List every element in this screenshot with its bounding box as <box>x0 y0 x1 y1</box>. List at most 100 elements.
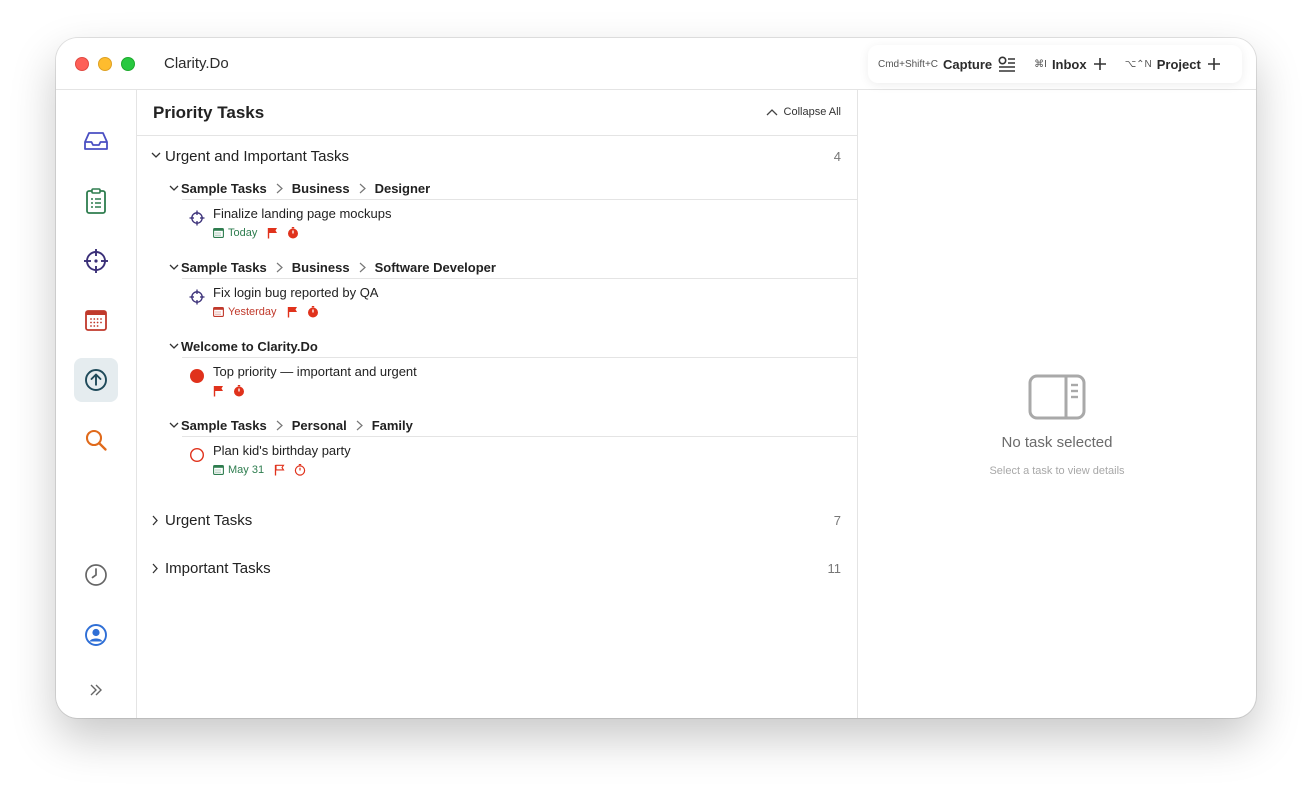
priority-tasks-panel: Priority Tasks Collapse All Urgent and I… <box>137 90 858 718</box>
project-label: Project <box>1156 56 1201 72</box>
chevron-right-icon <box>276 183 283 194</box>
divider <box>182 199 857 200</box>
crosshair-icon[interactable] <box>189 289 205 305</box>
calendar-icon <box>213 228 224 238</box>
divider <box>182 436 857 437</box>
sidebar-item-history[interactable] <box>74 553 118 597</box>
sidebar-item-account[interactable] <box>74 613 118 657</box>
breadcrumb-item[interactable]: Sample Tasks <box>181 418 267 433</box>
panel-header: Priority Tasks Collapse All <box>137 90 857 136</box>
sidebar-item-focus[interactable] <box>74 239 118 283</box>
plus-icon <box>1093 57 1107 71</box>
empty-state-title: No task selected <box>1001 434 1113 451</box>
plus-icon <box>1207 57 1221 71</box>
task-meta <box>213 384 254 398</box>
breadcrumb: Welcome to Clarity.Do <box>181 339 318 354</box>
group-title: Urgent Tasks <box>165 512 253 529</box>
chevron-right-icon <box>276 262 283 273</box>
section-header-software-developer[interactable]: Sample Tasks Business Software Developer <box>167 257 857 279</box>
breadcrumb-item[interactable]: Sample Tasks <box>181 260 267 275</box>
chevron-up-icon <box>766 109 777 116</box>
task-row[interactable]: Top priority — important and urgent <box>187 364 857 408</box>
group-count: 7 <box>833 513 841 528</box>
section-header-welcome[interactable]: Welcome to Clarity.Do <box>167 336 857 358</box>
new-inbox-task-button[interactable]: ⌘I Inbox <box>1034 57 1106 72</box>
task-row[interactable]: Fix login bug reported by QA Yesterday <box>187 285 857 329</box>
breadcrumb-item[interactable]: Personal <box>292 418 347 433</box>
flag-icon <box>213 385 224 397</box>
breadcrumb-item[interactable]: Business <box>292 260 350 275</box>
due-date-label: Yesterday <box>228 306 277 318</box>
due-date: May 31 <box>213 464 264 476</box>
timer-icon <box>233 385 245 397</box>
clipboard-list-icon <box>86 188 106 214</box>
page-title: Priority Tasks <box>153 103 265 122</box>
search-icon <box>85 429 107 451</box>
breadcrumb-item[interactable]: Business <box>292 181 350 196</box>
zoom-window-button[interactable] <box>121 57 135 71</box>
section-header-designer[interactable]: Sample Tasks Business Designer <box>167 178 857 200</box>
breadcrumb-item[interactable]: Sample Tasks <box>181 181 267 196</box>
chevron-down-icon <box>169 264 179 270</box>
timer-icon <box>307 306 319 318</box>
flag-icon <box>267 227 278 239</box>
due-date: Yesterday <box>213 306 277 318</box>
breadcrumb-item[interactable]: Designer <box>375 181 431 196</box>
open-circle-checkbox-icon[interactable] <box>189 447 205 463</box>
inbox-tray-icon <box>84 132 108 150</box>
group-header-important[interactable]: Important Tasks 11 <box>137 557 857 581</box>
task-meta: Yesterday <box>213 305 328 319</box>
task-meta: Today <box>213 226 308 240</box>
sidebar-item-inbox[interactable] <box>74 119 118 163</box>
chevron-right-icon <box>152 563 158 574</box>
crosshair-icon <box>84 249 108 273</box>
chevron-down-icon <box>169 185 179 191</box>
empty-state-subtitle: Select a task to view details <box>989 465 1125 477</box>
chevron-right-icon <box>356 420 363 431</box>
task-title: Fix login bug reported by QA <box>213 285 379 300</box>
sidebar-expand-button[interactable] <box>74 668 118 712</box>
chevron-right-icon <box>152 515 158 526</box>
divider <box>182 357 857 358</box>
group-header-urgent[interactable]: Urgent Tasks 7 <box>137 509 857 533</box>
section-header-family[interactable]: Sample Tasks Personal Family <box>167 415 857 437</box>
capture-label: Capture <box>943 56 993 72</box>
chevron-down-icon <box>169 343 179 349</box>
close-window-button[interactable] <box>75 57 89 71</box>
breadcrumb: Sample Tasks Business Software Developer <box>181 260 496 275</box>
minimize-window-button[interactable] <box>98 57 112 71</box>
capture-shortcut: Cmd+Shift+C <box>878 58 939 70</box>
collapse-all-label: Collapse All <box>783 106 841 118</box>
chevron-right-icon <box>359 262 366 273</box>
breadcrumb: Sample Tasks Business Designer <box>181 181 430 196</box>
capture-button[interactable]: Cmd+Shift+C Capture <box>878 56 1016 72</box>
sidebar-item-search[interactable] <box>74 418 118 462</box>
priority-dot-icon[interactable] <box>189 368 205 384</box>
breadcrumb-item[interactable]: Welcome to Clarity.Do <box>181 339 318 354</box>
sidebar-item-tasks[interactable] <box>74 179 118 223</box>
chevron-right-icon <box>276 420 283 431</box>
crosshair-icon[interactable] <box>189 210 205 226</box>
task-meta: May 31 <box>213 463 315 477</box>
breadcrumb-item[interactable]: Software Developer <box>375 260 496 275</box>
flag-icon <box>287 306 298 318</box>
new-project-button[interactable]: ⌥⌃N Project <box>1125 57 1221 72</box>
sidebar-panel-icon <box>1028 374 1086 420</box>
sidebar-item-priority[interactable] <box>74 358 118 402</box>
task-row[interactable]: Finalize landing page mockups Today <box>187 206 857 250</box>
app-window: Clarity.Do Cmd+Shift+C Capture ⌘I Inbox … <box>56 38 1256 718</box>
arrow-up-circle-icon <box>85 369 107 391</box>
task-title: Top priority — important and urgent <box>213 364 417 379</box>
quick-actions-bar: Cmd+Shift+C Capture ⌘I Inbox ⌥⌃N Project <box>868 45 1242 83</box>
inbox-label: Inbox <box>1051 56 1087 72</box>
sidebar-item-calendar[interactable] <box>74 298 118 342</box>
task-row[interactable]: Plan kid's birthday party May 31 <box>187 443 857 487</box>
group-header-urgent-important[interactable]: Urgent and Important Tasks 4 <box>137 145 857 169</box>
double-chevron-right-icon <box>90 684 102 696</box>
timer-icon <box>287 227 299 239</box>
task-detail-panel: No task selected Select a task to view d… <box>858 90 1256 718</box>
project-shortcut: ⌥⌃N <box>1124 58 1152 70</box>
collapse-all-button[interactable]: Collapse All <box>766 106 841 118</box>
due-date-label: Today <box>228 227 258 239</box>
breadcrumb-item[interactable]: Family <box>372 418 413 433</box>
